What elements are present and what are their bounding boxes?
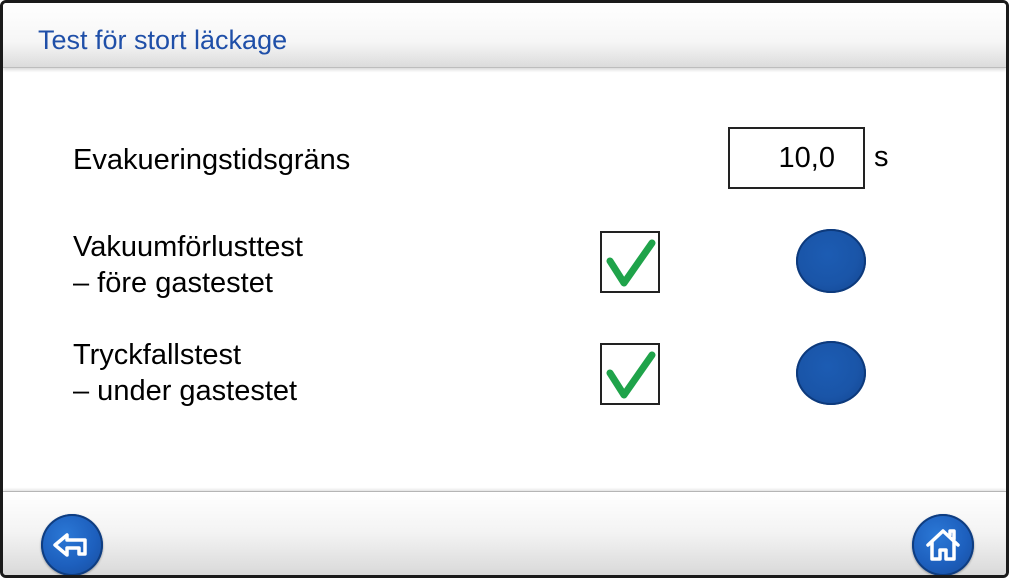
- pressure-drop-test-status-indicator: [796, 341, 866, 405]
- evacuation-time-unit: s: [874, 141, 889, 173]
- app-window: Test för stort läckage Evakueringstidsgr…: [0, 0, 1009, 578]
- back-button[interactable]: [41, 514, 103, 575]
- footer-bar: [3, 491, 1006, 575]
- vacuum-loss-test-label-line1: Vakuumförlusttest: [73, 231, 303, 263]
- home-button[interactable]: [912, 514, 974, 575]
- back-arrow-icon: [53, 533, 87, 557]
- vacuum-loss-test-label: Vakuumförlusttest – före gastestet: [73, 229, 303, 301]
- evacuation-time-value: 10,0: [778, 142, 835, 174]
- evacuation-time-field[interactable]: 10,0: [728, 127, 865, 189]
- home-icon: [926, 529, 960, 561]
- page-title: Test för stort läckage: [38, 25, 288, 55]
- checkmark-icon: [606, 351, 656, 399]
- vacuum-loss-test-status-indicator: [796, 229, 866, 293]
- pressure-drop-test-label: Tryckfallstest – under gastestet: [73, 337, 297, 409]
- pressure-drop-test-label-line2: – under gastestet: [73, 375, 298, 407]
- pressure-drop-test-checkbox[interactable]: [600, 343, 660, 405]
- title-bar: Test för stort läckage: [3, 3, 1006, 68]
- pressure-drop-test-label-line1: Tryckfallstest: [73, 339, 242, 371]
- vacuum-loss-test-label-line2: – före gastestet: [73, 267, 273, 299]
- vacuum-loss-test-checkbox[interactable]: [600, 231, 660, 293]
- evacuation-time-label: Evakueringstidsgräns: [73, 144, 351, 176]
- checkmark-icon: [606, 239, 656, 287]
